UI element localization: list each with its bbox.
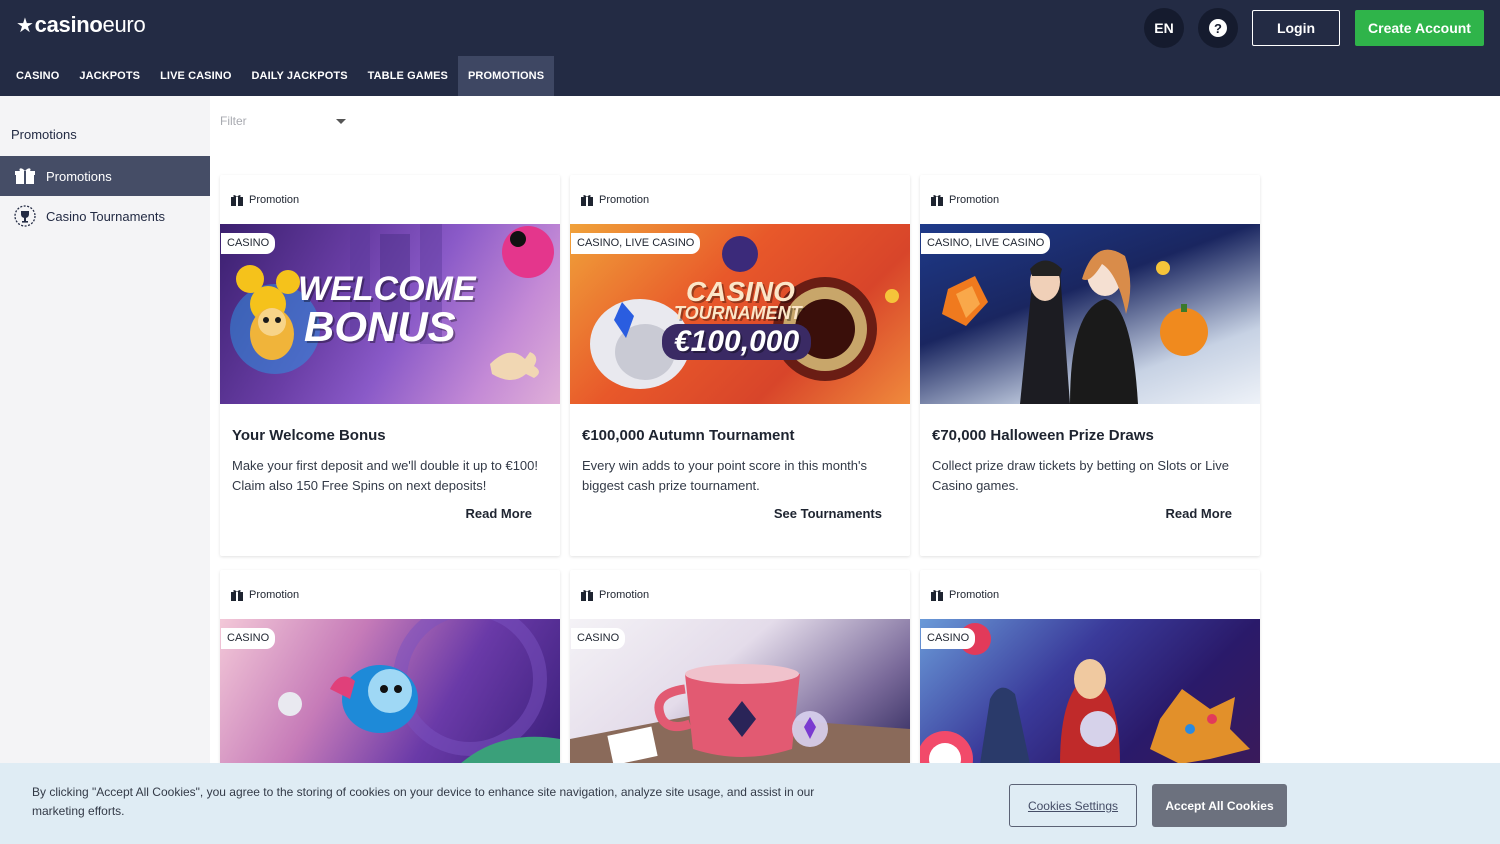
- category-tag: CASINO: [221, 628, 276, 649]
- question-icon: ?: [1209, 19, 1227, 37]
- card-type-label: Promotion: [599, 193, 650, 206]
- welcome-bonus-banner[interactable]: CASINO WELCOME BONUS: [220, 224, 560, 404]
- card-description: Collect prize draw tickets by betting on…: [932, 458, 1229, 493]
- gift-icon: [231, 194, 243, 206]
- card-type-label: Promotion: [949, 588, 1000, 601]
- sidebar-item-label: Promotions: [46, 168, 112, 184]
- login-button[interactable]: Login: [1252, 10, 1340, 46]
- category-tag: CASINO, LIVE CASINO: [571, 233, 701, 254]
- cookie-text: By clicking "Accept All Cookies", you ag…: [32, 785, 815, 818]
- main-nav: CASINO JACKPOTS LIVE CASINO DAILY JACKPO…: [6, 56, 555, 96]
- filter-dropdown[interactable]: Filter: [220, 110, 348, 132]
- accept-all-cookies-button[interactable]: Accept All Cookies: [1152, 784, 1287, 827]
- casinoeuro-logo[interactable]: ★ casino euro: [16, 12, 146, 38]
- card-type-row: Promotion: [570, 570, 910, 619]
- read-more-link[interactable]: Read More: [1166, 506, 1232, 521]
- promo-card-halloween-draws[interactable]: Promotion CASINO, LIVE CASINO €70,000 Ha…: [920, 175, 1260, 556]
- nav-promotions[interactable]: PROMOTIONS: [457, 56, 555, 96]
- promo-banner-6[interactable]: CASINO: [920, 619, 1260, 764]
- banner-text-line3: €100,000: [662, 324, 812, 360]
- promo-banner-5[interactable]: CASINO: [570, 619, 910, 764]
- card-type-row: Promotion: [570, 175, 910, 224]
- promo-card-welcome-bonus[interactable]: Promotion CASINO WELCOME BONUS Your Welc…: [220, 175, 560, 556]
- card-title: Your Welcome Bonus: [232, 427, 386, 444]
- filter-placeholder: Filter: [220, 114, 247, 128]
- banner-text-line2: BONUS: [304, 303, 456, 350]
- read-more-link[interactable]: Read More: [466, 506, 532, 521]
- card-type-label: Promotion: [249, 588, 300, 601]
- gift-icon: [581, 589, 593, 601]
- sidebar-item-promotions[interactable]: Promotions: [0, 156, 210, 196]
- see-tournaments-link[interactable]: See Tournaments: [774, 506, 882, 521]
- banner-text-line1: CASINO: [686, 276, 795, 307]
- sidebar-item-casino-tournaments[interactable]: Casino Tournaments: [0, 196, 210, 236]
- card-type-row: Promotion: [920, 570, 1260, 619]
- nav-daily-jackpots[interactable]: DAILY JACKPOTS: [241, 56, 357, 96]
- autumn-tournament-banner[interactable]: CASINO, LIVE CASINO CASINO TOURNAMENT €1…: [570, 224, 910, 404]
- category-tag: CASINO: [921, 628, 976, 649]
- trophy-icon: [14, 205, 36, 227]
- logo-text-bold: casino: [34, 12, 103, 37]
- gift-icon: [931, 194, 943, 206]
- site-header: ★ casino euro EN ? Login Create Account …: [0, 0, 1500, 96]
- category-tag: CASINO: [571, 628, 626, 649]
- card-description: Every win adds to your point score in th…: [582, 458, 868, 493]
- banner-text-line1: WELCOME: [298, 270, 476, 308]
- card-type-label: Promotion: [599, 588, 650, 601]
- header-actions: EN ? Login Create Account: [1144, 8, 1484, 48]
- language-selector[interactable]: EN: [1144, 8, 1184, 48]
- card-type-row: Promotion: [220, 570, 560, 619]
- promo-banner-4[interactable]: CASINO: [220, 619, 560, 764]
- card-type-row: Promotion: [920, 175, 1260, 224]
- card-title: €100,000 Autumn Tournament: [582, 427, 795, 444]
- gift-icon: [14, 165, 36, 187]
- category-tag: CASINO: [221, 233, 276, 254]
- card-description: Make your first deposit and we'll double…: [232, 458, 538, 493]
- promo-card-6[interactable]: Promotion CASINO: [920, 570, 1260, 770]
- nav-jackpots[interactable]: JACKPOTS: [69, 56, 150, 96]
- promo-card-5[interactable]: Promotion CASINO: [570, 570, 910, 770]
- card-type-row: Promotion: [220, 175, 560, 224]
- create-account-button[interactable]: Create Account: [1355, 10, 1484, 46]
- sidebar-title: Promotions: [11, 127, 77, 142]
- gift-icon: [931, 589, 943, 601]
- logo-text-light: euro: [102, 12, 146, 37]
- gift-icon: [581, 194, 593, 206]
- banner-text-line2: TOURNAMENT: [674, 303, 802, 323]
- star-icon: ★: [16, 14, 34, 37]
- caret-down-icon: [336, 118, 346, 124]
- promo-card-4[interactable]: Promotion CASINO: [220, 570, 560, 770]
- promo-card-autumn-tournament[interactable]: Promotion CASINO, LIVE CASINO CASINO TOU…: [570, 175, 910, 556]
- category-tag: CASINO, LIVE CASINO: [921, 233, 1051, 254]
- halloween-draws-banner[interactable]: CASINO, LIVE CASINO: [920, 224, 1260, 404]
- sidebar: Promotions Promotions Casino Tournaments: [0, 96, 210, 844]
- nav-table-games[interactable]: TABLE GAMES: [358, 56, 458, 96]
- cookies-settings-button[interactable]: Cookies Settings: [1009, 784, 1137, 827]
- sidebar-item-label: Casino Tournaments: [46, 208, 165, 224]
- help-button[interactable]: ?: [1198, 8, 1238, 48]
- card-type-label: Promotion: [949, 193, 1000, 206]
- card-type-label: Promotion: [249, 193, 300, 206]
- card-title: €70,000 Halloween Prize Draws: [932, 427, 1154, 444]
- nav-live-casino[interactable]: LIVE CASINO: [150, 56, 241, 96]
- gift-icon: [231, 589, 243, 601]
- nav-casino[interactable]: CASINO: [6, 56, 69, 96]
- cookie-banner: By clicking "Accept All Cookies", you ag…: [0, 763, 1500, 844]
